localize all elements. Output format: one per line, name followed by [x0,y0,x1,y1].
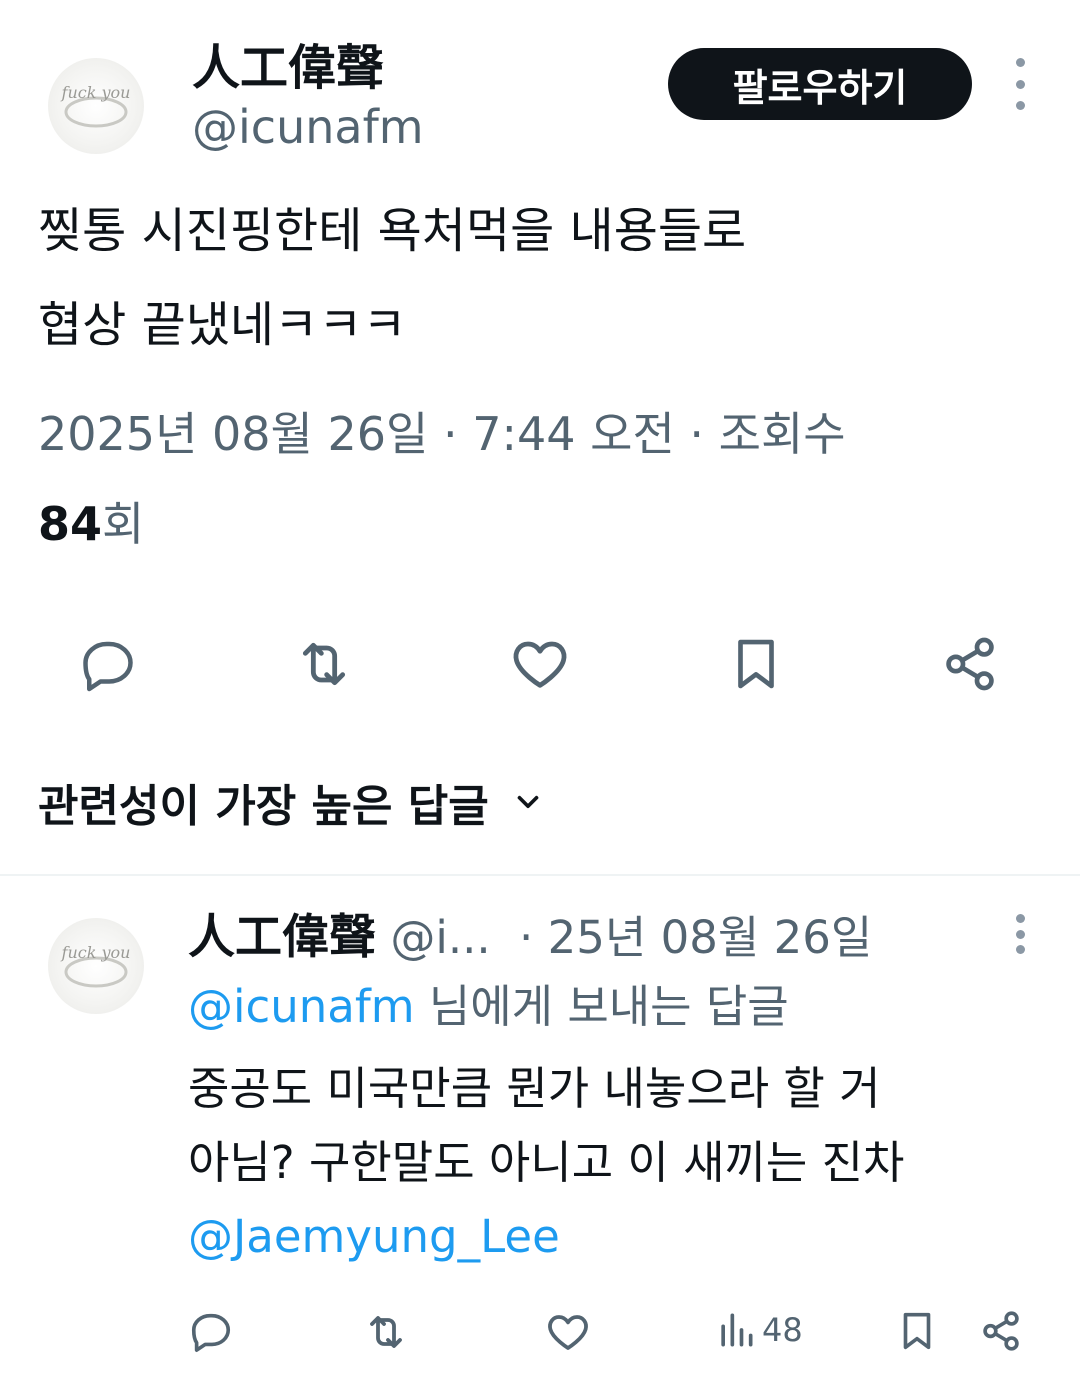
reply-text-line: 아님? 구한말도 아니고 이 새끼는 진차 [188,1136,905,1189]
reply-views-button[interactable]: 48 [716,1308,803,1352]
tweet-text-line: 찢통 시진핑한테 욕처먹을 내용들로 [38,203,747,259]
views-count: 84 [38,497,103,551]
bookmark-icon [903,1312,931,1350]
bookmark-icon [738,639,774,689]
reply-handle[interactable]: @i... [390,911,490,964]
reply-sort-label: 관련성이 가장 높은 답글 [38,781,489,832]
section-divider [0,874,1080,876]
retweet-icon [370,1316,402,1348]
tweet-timestamp[interactable]: 2025년 08월 26일 · 7:44 오전 · 조회수 [38,398,846,464]
reply-bookmark-button[interactable] [894,1308,940,1354]
retweet-button[interactable] [288,628,360,700]
author-handle[interactable]: @icunafm [192,100,424,154]
bookmark-button[interactable] [720,628,792,700]
share-button[interactable] [934,628,1006,700]
reply-display-name[interactable]: 人工偉聲 [188,910,376,965]
retweet-icon [302,642,346,686]
reply-views-count: 48 [762,1311,803,1349]
reply-date[interactable]: · 25년 08월 26일 [519,911,872,964]
views-unit: 회 [102,497,145,551]
svg-text:fuck you: fuck you [61,943,131,962]
tweet-views: 84회 [38,488,144,554]
reply-retweet-button[interactable] [362,1308,410,1356]
reply-icon [191,1313,231,1352]
follow-button[interactable]: 팔로우하기 [668,48,972,120]
more-options-icon[interactable] [1010,58,1030,110]
reply-text: 중공도 미국만큼 뭔가 내놓으라 할 거 아님? 구한말도 아니고 이 새끼는 … [188,1052,904,1274]
reply-icon [83,641,133,692]
share-icon [946,637,994,691]
author-display-name[interactable]: 人工偉聲 [192,28,384,98]
replying-to: @icunafm 님에게 보내는 답글 [188,970,789,1035]
share-icon [983,1311,1019,1351]
reply-more-options-icon[interactable] [1010,914,1030,954]
reply-button[interactable] [72,628,144,700]
reply-author-avatar[interactable]: fuck you [48,918,144,1014]
tweet-text-line: 협상 끝냈네ㅋㅋㅋ [38,297,407,353]
replying-to-suffix: 님에게 보내는 답글 [414,980,789,1033]
like-button[interactable] [504,628,576,700]
reply-text-line: 중공도 미국만큼 뭔가 내놓으라 할 거 [188,1062,881,1115]
ring-logo-image: fuck you [61,943,131,988]
reply-share-button[interactable] [978,1308,1024,1354]
tweet-text: 찢통 시진핑한테 욕처먹을 내용들로 협상 끝냈네ㅋㅋㅋ [38,184,746,372]
ring-logo-image: fuck you [61,83,131,128]
reply-header: 人工偉聲 @i... · 25년 08월 26일 [188,898,872,967]
heart-icon [513,641,567,688]
chevron-down-icon [517,795,539,809]
reply-mention-link[interactable]: @Jaemyung_Lee [188,1200,904,1274]
author-avatar[interactable]: fuck you [48,58,144,154]
reply-sort-dropdown[interactable]: 관련성이 가장 높은 답글 [38,770,545,834]
replying-to-handle[interactable]: @icunafm [188,980,415,1033]
analytics-icon [721,1313,753,1347]
reply-reply-button[interactable] [188,1308,234,1354]
reply-like-button[interactable] [544,1308,592,1356]
svg-text:fuck you: fuck you [61,83,131,102]
heart-icon [548,1315,588,1350]
